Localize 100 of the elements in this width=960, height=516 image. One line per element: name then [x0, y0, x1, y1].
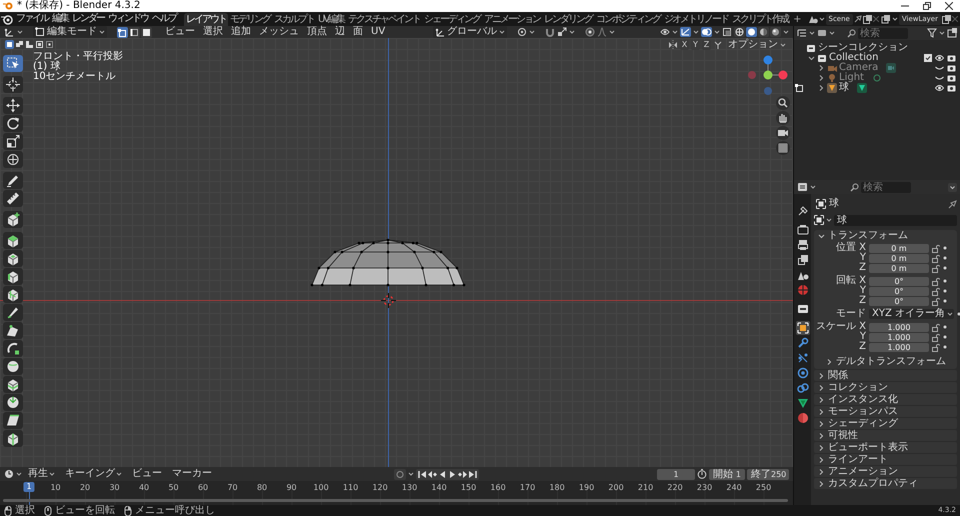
3d-cursor-icon[interactable]: [381, 293, 396, 308]
chevron-right-icon[interactable]: [818, 396, 825, 404]
eye-icon[interactable]: [935, 84, 944, 92]
record-icon[interactable]: [394, 468, 406, 480]
zoom-icon[interactable]: [776, 96, 790, 110]
edge-select-icon[interactable]: [129, 26, 140, 38]
mesh-data-icon[interactable]: [857, 83, 867, 93]
number-field[interactable]: 1.000: [869, 322, 929, 332]
play-reverse-icon[interactable]: [438, 470, 447, 478]
keyframe-dot-icon[interactable]: [943, 266, 947, 270]
menu-item[interactable]: 再生: [24, 468, 59, 480]
number-field[interactable]: 0°: [869, 276, 929, 286]
menu-item[interactable]: レンダー: [70, 13, 106, 25]
padlock-open-icon[interactable]: [932, 264, 940, 272]
start-frame-field[interactable]: 開始 1: [709, 468, 745, 480]
workspace-tab[interactable]: コンポジティング: [594, 13, 662, 26]
number-field[interactable]: 1.000: [869, 342, 929, 352]
chevron-right-icon[interactable]: [818, 372, 825, 380]
keyframe-dot-icon[interactable]: [943, 325, 947, 329]
keyframe-dot-icon[interactable]: [943, 299, 947, 303]
rotate-tool-button[interactable]: [3, 115, 23, 132]
chevron-right-icon[interactable]: [826, 358, 833, 366]
new-icon[interactable]: [862, 14, 872, 24]
name-field[interactable]: 球: [834, 214, 957, 226]
blender-logo-icon[interactable]: [0, 13, 14, 25]
end-frame-field[interactable]: 終了 250: [747, 468, 789, 480]
workspace-tab[interactable]: シェーディング: [422, 13, 482, 26]
intersect-selection-icon[interactable]: [45, 40, 54, 49]
filter-icon[interactable]: [927, 28, 937, 38]
jump-start-icon[interactable]: [418, 470, 427, 478]
cursor-tool-button[interactable]: [3, 76, 23, 93]
number-field[interactable]: 0 m: [869, 264, 929, 272]
face-select-icon[interactable]: [141, 26, 152, 38]
menu-item[interactable]: メッシュ: [256, 26, 302, 38]
scrollbar[interactable]: [3, 499, 788, 502]
keyframe-dot-icon[interactable]: [943, 345, 947, 349]
rip-tool-button[interactable]: [3, 430, 23, 447]
options-dropdown[interactable]: オプション: [725, 39, 789, 50]
particles-icon[interactable]: [796, 351, 810, 365]
x-ray-icon[interactable]: [722, 27, 732, 37]
poly-build-tool-button[interactable]: [3, 322, 23, 339]
new-icon[interactable]: [942, 14, 951, 24]
padlock-open-icon[interactable]: [932, 332, 940, 342]
subtract-selection-icon[interactable]: [25, 40, 34, 49]
workspace-tab[interactable]: レンダリング: [542, 13, 594, 26]
transform-tool-button[interactable]: [3, 151, 23, 168]
workspace-tab[interactable]: スカルプト: [272, 13, 316, 26]
number-field[interactable]: 0 m: [869, 254, 929, 262]
wrench-icon[interactable]: [796, 336, 810, 350]
mode-dropdown[interactable]: XYZ オイラー角: [869, 309, 954, 319]
loop-cut-tool-button[interactable]: [3, 286, 23, 303]
outliner-item[interactable]: Collection: [829, 53, 878, 63]
chevron-right-icon[interactable]: [818, 444, 825, 452]
chevron-right-icon[interactable]: [818, 432, 825, 440]
outliner-item[interactable]: 球: [839, 83, 849, 93]
outliner-item[interactable]: Camera: [839, 63, 878, 73]
invert-selection-icon[interactable]: [35, 40, 44, 49]
camera-data-icon[interactable]: [886, 63, 896, 73]
add-cube-tool-button[interactable]: [3, 211, 23, 228]
pin-icon[interactable]: [854, 15, 862, 23]
axis-toggle[interactable]: Y: [691, 40, 700, 50]
extend-selection-icon[interactable]: [15, 40, 24, 49]
workspace-tab[interactable]: アニメーション: [482, 13, 542, 26]
chevron-right-icon[interactable]: [818, 74, 825, 82]
keyframe-dot-icon[interactable]: [943, 279, 947, 283]
hand-icon[interactable]: [776, 111, 790, 125]
image-stack-icon[interactable]: [796, 253, 810, 267]
search-field[interactable]: 検索: [858, 28, 908, 38]
display-mode-icon[interactable]: [817, 28, 827, 38]
eye-closed-icon[interactable]: [935, 64, 944, 72]
shear-tool-button[interactable]: [3, 412, 23, 429]
next-keyframe-icon[interactable]: [458, 470, 467, 478]
jump-end-icon[interactable]: [468, 470, 477, 478]
outliner-item[interactable]: シーンコレクション: [818, 43, 908, 53]
smooth-tool-button[interactable]: [3, 358, 23, 375]
outliner-item[interactable]: Light: [839, 73, 864, 83]
eye-icon[interactable]: [935, 54, 944, 62]
padlock-open-icon[interactable]: [932, 276, 940, 286]
menu-item[interactable]: ウィンドウ: [106, 13, 150, 25]
axis-toggle[interactable]: X: [680, 40, 689, 50]
menu-item[interactable]: 追加: [228, 26, 254, 38]
number-field[interactable]: 0°: [869, 286, 929, 296]
object-icon[interactable]: [814, 215, 824, 225]
gizmo-icon[interactable]: [680, 27, 692, 37]
editor-type-icon[interactable]: [4, 27, 15, 37]
rendered-shading-icon[interactable]: [770, 27, 782, 37]
select-box-tool-button[interactable]: [3, 55, 23, 72]
workspace-tab[interactable]: レイアウト: [184, 13, 228, 26]
keyframe-dot-icon[interactable]: [943, 256, 947, 260]
chevron-right-icon[interactable]: [818, 64, 825, 72]
measure-tool-button[interactable]: [3, 190, 23, 207]
menu-item[interactable]: UV: [368, 26, 388, 38]
overlays-icon[interactable]: [701, 27, 712, 37]
add-workspace-button[interactable]: +: [790, 14, 805, 26]
keyframe-dot-icon[interactable]: [943, 289, 947, 293]
magnet-icon[interactable]: [545, 27, 556, 37]
menu-item[interactable]: ヘルプ: [150, 13, 178, 25]
scene-icon[interactable]: [808, 14, 818, 24]
eye-closed-icon[interactable]: [935, 74, 944, 82]
menu-item[interactable]: 辺: [332, 26, 348, 38]
